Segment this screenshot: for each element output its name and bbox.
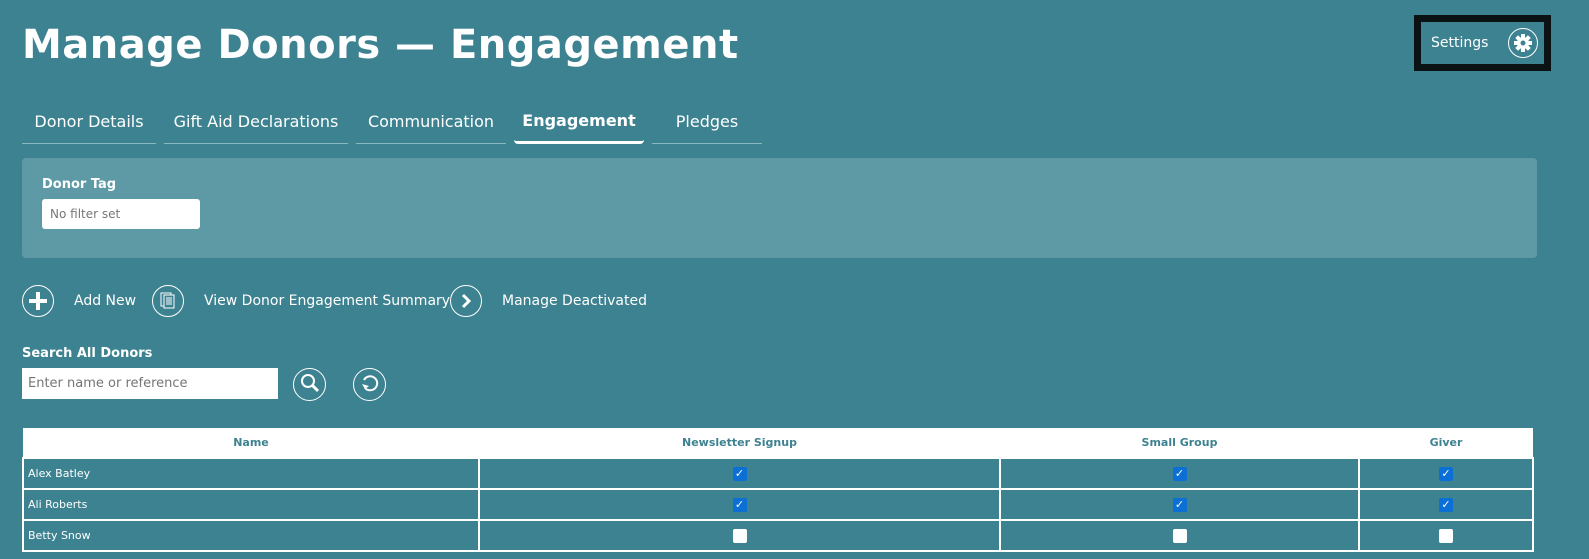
document-icon bbox=[152, 285, 184, 317]
gear-icon bbox=[1508, 28, 1538, 58]
giver-checkbox[interactable] bbox=[1439, 528, 1453, 543]
tab-donor-details[interactable]: Donor Details bbox=[22, 100, 156, 144]
add-new-label: Add New bbox=[74, 293, 137, 309]
search-icon bbox=[300, 373, 320, 397]
column-header-giver[interactable]: Giver bbox=[1359, 428, 1533, 458]
filter-panel: Donor Tag No filter set bbox=[22, 158, 1537, 258]
chevron-right-icon bbox=[450, 285, 482, 317]
view-summary-button[interactable]: View Donor Engagement Summary bbox=[152, 285, 450, 317]
giver-cell bbox=[1358, 519, 1534, 552]
page-title: Manage Donors — Engagement bbox=[22, 22, 739, 68]
donor-tag-filter[interactable]: No filter set bbox=[42, 199, 200, 229]
small_group-cell: ✓ bbox=[999, 488, 1360, 521]
donor-tag-label: Donor Tag bbox=[42, 177, 117, 192]
newsletter-checkbox[interactable]: ✓ bbox=[732, 497, 747, 512]
small_group-checkbox[interactable] bbox=[1172, 528, 1187, 543]
settings-label: Settings bbox=[1431, 35, 1489, 51]
tab-gift-aid-declarations[interactable]: Gift Aid Declarations bbox=[164, 100, 348, 144]
engagement-table: Name Newsletter Signup Small Group Giver… bbox=[22, 428, 1534, 552]
search-input[interactable] bbox=[22, 368, 278, 399]
giver-cell: ✓ bbox=[1358, 488, 1534, 521]
add-new-button[interactable]: Add New bbox=[22, 285, 136, 317]
giver-cell: ✓ bbox=[1358, 457, 1534, 490]
newsletter-checkbox[interactable]: ✓ bbox=[732, 466, 747, 481]
view-summary-label: View Donor Engagement Summary bbox=[204, 293, 451, 309]
tab-communication[interactable]: Communication bbox=[356, 100, 506, 144]
newsletter-cell: ✓ bbox=[478, 488, 1001, 521]
small_group-cell: ✓ bbox=[999, 457, 1360, 490]
donor-name[interactable]: Betty Snow bbox=[22, 519, 480, 552]
small_group-cell bbox=[999, 519, 1360, 552]
giver-checkbox[interactable]: ✓ bbox=[1439, 466, 1453, 481]
giver-checkbox[interactable]: ✓ bbox=[1439, 497, 1453, 512]
refresh-icon bbox=[360, 373, 380, 397]
table-row: Ali Roberts ✓ ✓ ✓ bbox=[22, 488, 1534, 521]
tab-pledges[interactable]: Pledges bbox=[652, 100, 762, 144]
donor-name[interactable]: Ali Roberts bbox=[22, 488, 480, 521]
newsletter-cell: ✓ bbox=[478, 457, 1001, 490]
search-button[interactable] bbox=[293, 368, 326, 401]
search-label: Search All Donors bbox=[22, 346, 153, 361]
column-header-newsletter[interactable]: Newsletter Signup bbox=[479, 428, 1000, 458]
newsletter-cell bbox=[478, 519, 1001, 552]
plus-icon bbox=[22, 285, 54, 317]
small_group-checkbox[interactable]: ✓ bbox=[1172, 466, 1187, 481]
settings-button[interactable]: Settings bbox=[1414, 15, 1551, 71]
table-row: Betty Snow bbox=[22, 519, 1534, 552]
manage-deactivated-button[interactable]: Manage Deactivated bbox=[450, 285, 647, 317]
column-header-name[interactable]: Name bbox=[23, 428, 479, 458]
donor-name[interactable]: Alex Batley bbox=[22, 457, 480, 490]
column-header-small-group[interactable]: Small Group bbox=[1000, 428, 1359, 458]
tab-engagement[interactable]: Engagement bbox=[514, 100, 644, 144]
reset-button[interactable] bbox=[353, 368, 386, 401]
small_group-checkbox[interactable]: ✓ bbox=[1172, 497, 1187, 512]
newsletter-checkbox[interactable] bbox=[732, 528, 747, 543]
manage-deactivated-label: Manage Deactivated bbox=[502, 293, 647, 309]
table-row: Alex Batley ✓ ✓ ✓ bbox=[22, 457, 1534, 490]
